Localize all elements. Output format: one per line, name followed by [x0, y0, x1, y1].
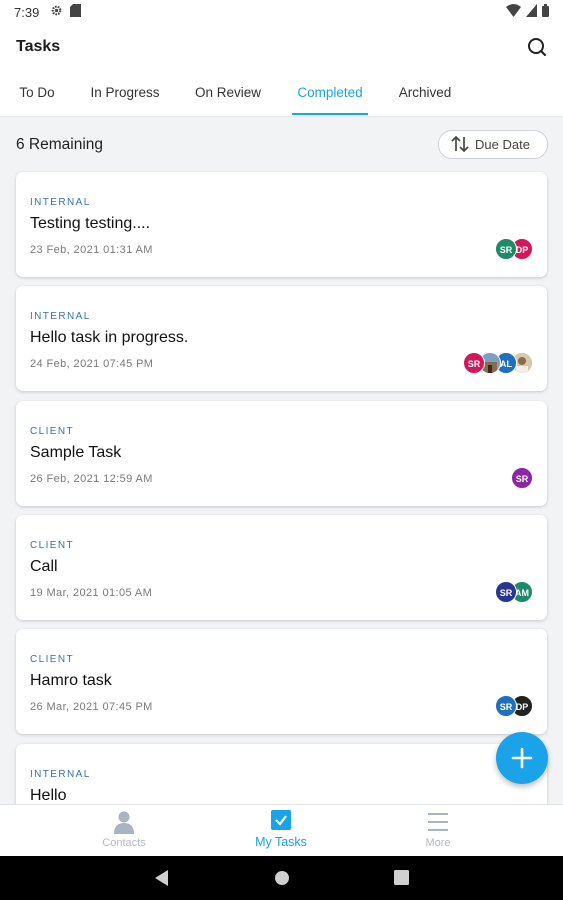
battery-icon — [542, 4, 549, 20]
home-icon[interactable] — [274, 870, 290, 891]
status-time: 7:39 — [14, 5, 40, 20]
sd-card-icon — [70, 4, 81, 20]
task-date: 24 Feb, 2021 07:45 PM — [30, 358, 154, 370]
avatar: SR — [495, 581, 517, 603]
task-list: INTERNAL Testing testing.... 23 Feb, 202… — [0, 170, 563, 804]
tab-in-progress[interactable]: In Progress — [82, 70, 168, 115]
task-card[interactable]: CLIENT Sample Task 26 Feb, 2021 12:59 AM… — [16, 401, 547, 506]
assignee-avatars: SR — [511, 467, 533, 489]
task-card[interactable]: INTERNAL Hello task in progress. 24 Feb,… — [16, 286, 547, 391]
task-title: Hello — [30, 787, 67, 804]
tab-completed[interactable]: Completed — [292, 70, 368, 115]
search-icon[interactable] — [525, 35, 549, 59]
summary-row: 6 Remaining Due Date — [0, 117, 563, 169]
add-task-button[interactable] — [496, 732, 548, 784]
tab-to-do[interactable]: To Do — [8, 70, 66, 115]
status-bar: 7:39 — [0, 0, 563, 24]
assignee-avatars: AM SR — [495, 581, 533, 603]
sort-label: Due Date — [475, 137, 530, 152]
avatar: SR — [511, 467, 533, 489]
tab-on-review[interactable]: On Review — [188, 70, 268, 115]
task-tag: CLIENT — [30, 654, 74, 665]
task-tag: CLIENT — [30, 540, 74, 551]
bottom-nav: Contacts My Tasks More — [0, 804, 563, 857]
page-title: Tasks — [16, 38, 61, 55]
app-bar: Tasks — [0, 24, 563, 70]
task-date: 26 Mar, 2021 07:45 PM — [30, 701, 153, 713]
nav-label: My Tasks — [255, 835, 307, 849]
remaining-count: 6 Remaining — [16, 136, 104, 153]
task-tag: INTERNAL — [30, 311, 91, 322]
back-icon[interactable] — [155, 870, 169, 891]
task-title: Call — [30, 558, 58, 575]
checkbox-icon — [271, 810, 291, 835]
wifi-icon — [506, 4, 521, 20]
task-title: Sample Task — [30, 444, 122, 461]
task-card[interactable]: CLIENT Call 19 Mar, 2021 01:05 AM AM SR — [16, 515, 547, 620]
assignee-avatars: AL SR — [463, 352, 533, 374]
settings-icon — [50, 4, 63, 20]
task-date: 23 Feb, 2021 01:31 AM — [30, 244, 153, 256]
nav-my-tasks[interactable]: My Tasks — [231, 805, 331, 857]
tab-archived[interactable]: Archived — [392, 70, 458, 115]
task-card[interactable]: CLIENT Hamro task 26 Mar, 2021 07:45 PM … — [16, 629, 547, 734]
task-tag: CLIENT — [30, 426, 74, 437]
task-date: 26 Feb, 2021 12:59 AM — [30, 473, 153, 485]
nav-label: More — [425, 837, 451, 849]
system-nav-bar — [0, 856, 563, 900]
status-tabs: To Do In Progress On Review Completed Ar… — [0, 70, 563, 117]
task-tag: INTERNAL — [30, 197, 91, 208]
nav-more[interactable]: More — [388, 805, 488, 857]
task-date: 19 Mar, 2021 01:05 AM — [30, 587, 153, 599]
task-title: Testing testing.... — [30, 215, 151, 232]
sort-icon — [451, 135, 469, 155]
task-card[interactable]: INTERNAL Hello — [16, 744, 547, 804]
avatar: SR — [463, 352, 485, 374]
assignee-avatars: DP SR — [495, 695, 533, 717]
nav-contacts[interactable]: Contacts — [74, 805, 174, 857]
plus-icon — [511, 747, 533, 774]
signal-icon — [526, 4, 537, 20]
task-title: Hamro task — [30, 672, 112, 689]
person-icon — [113, 810, 135, 839]
avatar: SR — [495, 238, 517, 260]
task-title: Hello task in progress. — [30, 329, 189, 346]
avatar: SR — [495, 695, 517, 717]
menu-icon — [428, 813, 448, 836]
assignee-avatars: DP SR — [495, 238, 533, 260]
task-card[interactable]: INTERNAL Testing testing.... 23 Feb, 202… — [16, 172, 547, 277]
nav-label: Contacts — [102, 837, 146, 849]
task-tag: INTERNAL — [30, 769, 91, 780]
sort-button[interactable]: Due Date — [438, 130, 548, 159]
recents-icon[interactable] — [394, 870, 409, 890]
